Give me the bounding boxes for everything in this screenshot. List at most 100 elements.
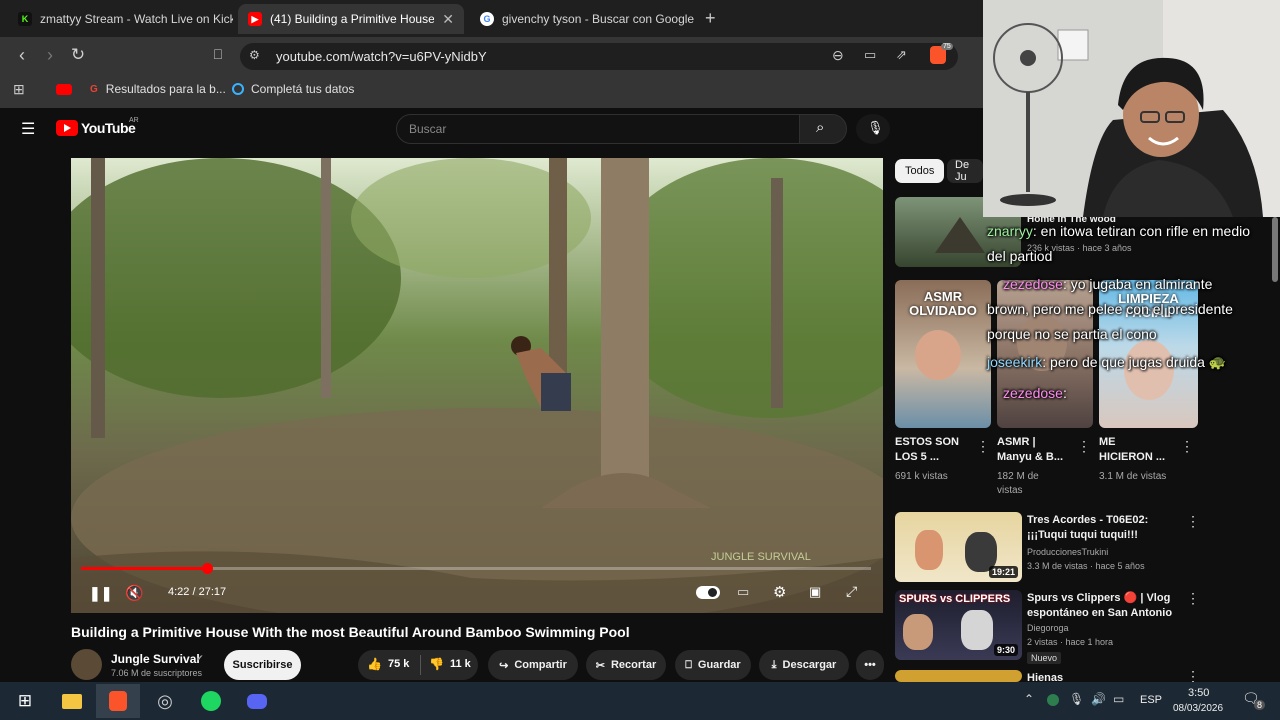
file-explorer-icon[interactable] — [59, 688, 85, 714]
chip-channel[interactable]: De Ju — [947, 159, 983, 183]
network-icon[interactable]: ▭ — [1113, 692, 1124, 706]
url-text[interactable]: youtube.com/watch?v=u6PV-yNidbY — [276, 49, 487, 64]
tab-kick[interactable]: K zmattyy Stream - Watch Live on Kick — [8, 4, 233, 34]
cast-icon[interactable]: ▭ — [864, 47, 876, 63]
brave-taskbar-icon[interactable] — [96, 684, 140, 718]
thumb-up-icon: 👍 — [367, 657, 382, 671]
spotify-icon[interactable] — [198, 688, 224, 714]
youtube-bookmark-icon[interactable] — [56, 84, 72, 95]
related-meta: 3.3 M de vistas · hace 5 años — [1027, 561, 1145, 571]
back-icon[interactable]: ‹ — [12, 45, 32, 66]
forward-icon[interactable]: › — [40, 45, 60, 66]
chat-text: : — [1062, 385, 1067, 401]
miniplayer-icon[interactable]: ▣ — [809, 584, 821, 600]
tab-title: zmattyy Stream - Watch Live on Kick — [40, 12, 233, 26]
video-frame: JUNGLE SURVIVAL — [71, 158, 883, 613]
chat-text: del partiod — [987, 248, 1053, 264]
microphone-tray-icon[interactable]: 🎙 — [1069, 692, 1084, 706]
language-indicator[interactable]: ESP — [1140, 694, 1162, 706]
volume-icon[interactable]: 🔊 — [1091, 692, 1106, 706]
chat-text: brown, pero me pelee con el presidente — [987, 301, 1233, 317]
clock-time[interactable]: 3:50 — [1188, 687, 1209, 699]
apps-grid-icon[interactable]: ⊞ — [13, 81, 25, 98]
video-player[interactable]: JUNGLE SURVIVAL — [71, 158, 883, 613]
related-thumbnail[interactable]: SPURS vs CLIPPERS 9:30 — [895, 590, 1022, 660]
chevron-up-icon[interactable]: ⌃ — [1024, 692, 1034, 706]
chat-message: del partiod — [987, 243, 1052, 269]
short-views: 182 M de vistas — [997, 471, 1039, 496]
kick-icon: K — [18, 12, 32, 26]
microphone-icon: 🎙 — [867, 120, 884, 135]
chat-text: : pero de que jugas druida 🐢 — [1042, 354, 1227, 370]
related-title[interactable]: Spurs vs Clippers 🔴 | Vlog espontáneo en… — [1027, 591, 1177, 621]
download-label: Descargar — [782, 659, 837, 671]
obs-icon[interactable]: ◎ — [152, 688, 178, 714]
subscribe-button[interactable]: Suscribirse — [224, 650, 301, 680]
share-button[interactable]: ↪ Compartir — [488, 650, 578, 680]
tray-app-icon[interactable] — [1047, 694, 1059, 706]
clip-button[interactable]: ✂ Recortar — [586, 650, 666, 680]
search-input[interactable]: Buscar — [396, 114, 800, 144]
related-title[interactable]: Tres Acordes - T06E02: ¡¡¡Tuqui tuqui tu… — [1027, 513, 1177, 543]
scrollbar[interactable] — [1270, 217, 1280, 682]
share-icon[interactable]: ⇗ — [896, 47, 907, 63]
save-label: Guardar — [697, 659, 741, 671]
pause-icon[interactable]: ❚❚ — [89, 585, 112, 602]
tab-youtube[interactable]: ▶ (41) Building a Primitive House W ✕ — [238, 4, 464, 34]
autoplay-toggle[interactable] — [696, 586, 720, 599]
search-icon: ⌕ — [816, 119, 825, 136]
settings-icon[interactable]: ⚙ — [773, 583, 786, 601]
verified-icon: ✔ — [196, 653, 204, 663]
menu-icon[interactable]: ☰ — [21, 119, 35, 139]
mute-icon[interactable]: 🔇 — [125, 584, 144, 602]
short-title[interactable]: ME HICIERON ... — [1099, 435, 1169, 465]
youtube-logo-icon[interactable] — [56, 120, 78, 136]
channel-avatar[interactable] — [71, 649, 102, 680]
new-tab-button[interactable]: + — [705, 8, 716, 29]
chip-all[interactable]: Todos — [895, 159, 945, 183]
voice-search-button[interactable]: 🎙 — [856, 114, 890, 144]
related-channel[interactable]: ProduccionesTrukini — [1027, 545, 1108, 559]
youtube-logo-text[interactable]: YouTube — [81, 120, 136, 136]
related-thumbnail[interactable]: 19:21 — [895, 512, 1022, 582]
more-vert-icon[interactable]: ⋮ — [1180, 438, 1194, 455]
webcam-overlay — [983, 0, 1280, 217]
zoom-icon[interactable]: ⊖ — [832, 47, 844, 64]
subtitles-icon[interactable]: ▭ — [737, 584, 749, 600]
related-thumbnail[interactable] — [895, 670, 1022, 682]
short-thumbnail[interactable]: ASMR OLVIDADO — [895, 280, 991, 428]
tab-google[interactable]: G givenchy tyson - Buscar con Google — [470, 4, 695, 34]
more-vert-icon[interactable]: ⋮ — [1186, 590, 1200, 607]
short-title[interactable]: ESTOS SON LOS 5 ... — [895, 435, 965, 465]
bookmark-item[interactable]: G Resultados para la b... — [90, 82, 226, 96]
more-vert-icon[interactable]: ⋮ — [1077, 438, 1091, 455]
more-vert-icon[interactable]: ⋮ — [976, 438, 990, 455]
bookmark-icon[interactable]: ⎕ — [208, 46, 228, 63]
taskbar — [0, 682, 1280, 720]
bookmark-item[interactable]: Completá tus datos — [232, 82, 354, 96]
short-title[interactable]: ASMR | Manyu & B... — [997, 435, 1069, 465]
like-button[interactable]: 👍 75 k — [367, 657, 409, 671]
video-duration: 19:21 — [988, 566, 1018, 578]
save-button[interactable]: ⎕ Guardar — [675, 650, 751, 680]
more-vert-icon[interactable]: ⋮ — [1186, 513, 1200, 530]
more-actions-button[interactable]: ••• — [856, 650, 884, 680]
discord-icon[interactable] — [244, 688, 270, 714]
like-count: 75 k — [387, 658, 410, 670]
channel-name[interactable]: Jungle Survival — [111, 652, 200, 666]
chat-text: porque no se partia el cono — [987, 326, 1157, 342]
share-icon: ↪ — [499, 659, 509, 672]
dislike-button[interactable]: 👎 11 k — [429, 657, 471, 671]
reload-icon[interactable]: ↻ — [68, 45, 88, 65]
progress-scrubber[interactable] — [202, 563, 213, 574]
thumb-down-icon: 👎 — [429, 657, 444, 671]
site-settings-icon[interactable]: ⚙ — [249, 48, 260, 62]
download-button[interactable]: ⤓ Descargar — [759, 650, 849, 680]
close-icon[interactable]: ✕ — [434, 11, 454, 28]
fullscreen-icon[interactable]: ⤢ — [846, 583, 857, 600]
video-duration: 9:30 — [993, 644, 1018, 656]
related-channel[interactable]: Diegoroga — [1027, 621, 1069, 635]
search-button[interactable]: ⌕ — [799, 114, 847, 144]
clock-date[interactable]: 08/03/2026 — [1173, 703, 1223, 714]
windows-start-icon[interactable]: ⊞ — [12, 688, 38, 714]
